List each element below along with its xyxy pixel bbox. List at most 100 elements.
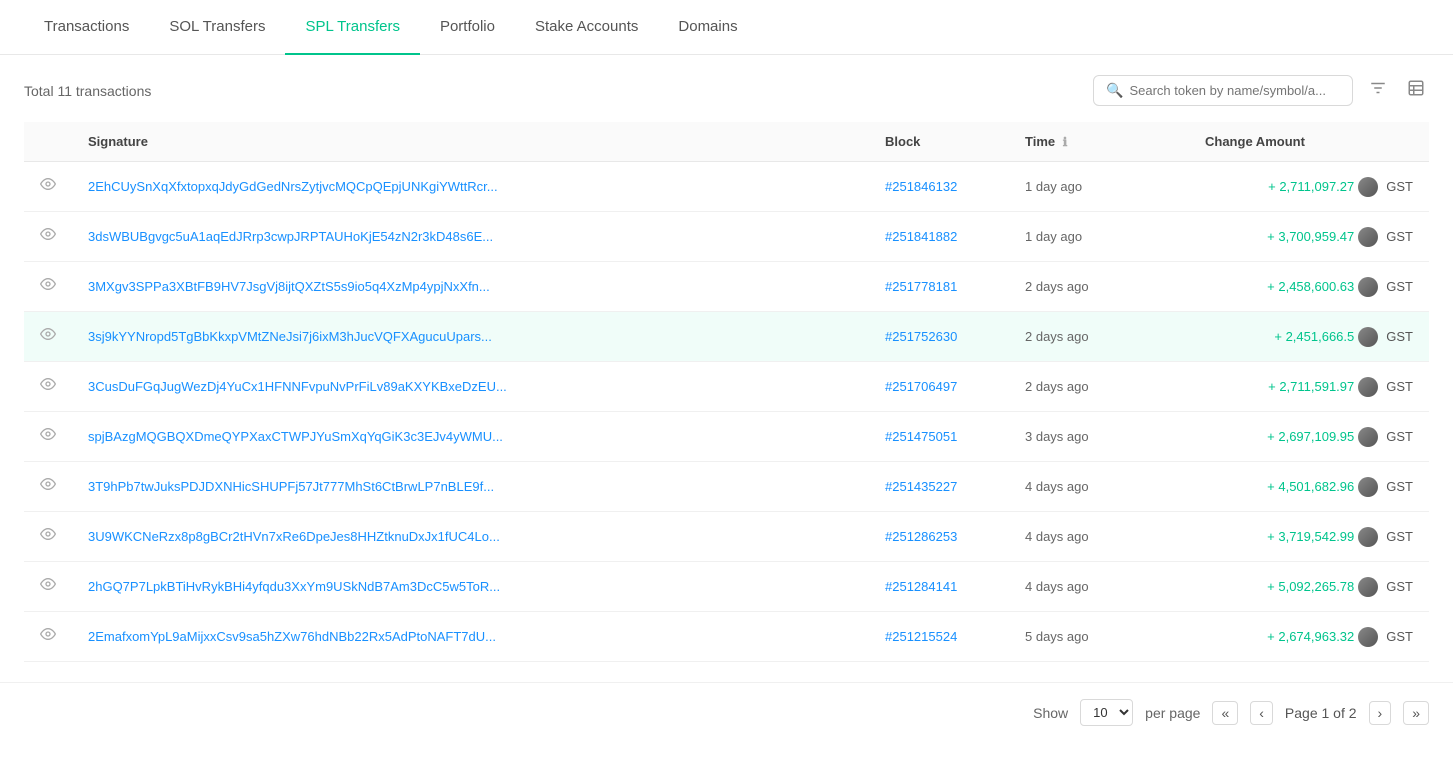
block-link[interactable]: #251475051: [885, 429, 957, 444]
tab-portfolio[interactable]: Portfolio: [420, 0, 515, 55]
block-link[interactable]: #251841882: [885, 229, 957, 244]
row-signature[interactable]: 3CusDuFGqJugWezDj4YuCx1HFNNFvpuNvPrFiLv8…: [72, 362, 869, 412]
eye-icon[interactable]: [40, 579, 56, 596]
row-time: 4 days ago: [1009, 512, 1189, 562]
table-wrapper: Signature Block Time ℹ Change Amount: [24, 122, 1429, 662]
filter-icon[interactable]: [1365, 75, 1391, 106]
row-eye-cell: [24, 362, 72, 412]
time-value: 1 day ago: [1025, 179, 1082, 194]
row-block[interactable]: #251435227: [869, 462, 1009, 512]
signature-link[interactable]: 2hGQ7P7LpkBTiHvRykBHi4yfqdu3XxYm9USkNdB7…: [88, 579, 500, 594]
search-box[interactable]: 🔍: [1093, 75, 1353, 106]
signature-link[interactable]: 3dsWBUBgvgc5uA1aqEdJRrp3cwpJRPTAUHoKjE54…: [88, 229, 493, 244]
eye-icon[interactable]: [40, 529, 56, 546]
signature-link[interactable]: 2EmafxomYpL9aMijxxCsv9sa5hZXw76hdNBb22Rx…: [88, 629, 496, 644]
amount-cell: + 2,697,109.95 GST: [1205, 427, 1413, 447]
row-time: 4 days ago: [1009, 562, 1189, 612]
token-label: GST: [1386, 379, 1413, 394]
amount-value: + 2,451,666.5: [1274, 329, 1354, 344]
time-value: 3 days ago: [1025, 429, 1089, 444]
tab-bar: Transactions SOL Transfers SPL Transfers…: [0, 0, 1453, 55]
search-icon: 🔍: [1106, 82, 1123, 99]
eye-icon[interactable]: [40, 229, 56, 246]
table-row: 3U9WKCNeRzx8p8gBCr2tHVn7xRe6DpeJes8HHZtk…: [24, 512, 1429, 562]
block-link[interactable]: #251778181: [885, 279, 957, 294]
row-eye-cell: [24, 612, 72, 662]
row-block[interactable]: #251841882: [869, 212, 1009, 262]
row-signature[interactable]: 2EmafxomYpL9aMijxxCsv9sa5hZXw76hdNBb22Rx…: [72, 612, 869, 662]
table-header: Signature Block Time ℹ Change Amount: [24, 122, 1429, 162]
signature-link[interactable]: 2EhCUySnXqXfxtopxqJdyGdGedNrsZytjvcMQCpQ…: [88, 179, 498, 194]
eye-icon[interactable]: [40, 429, 56, 446]
signature-link[interactable]: 3MXgv3SPPa3XBtFB9HV7JsgVj8ijtQXZtS5s9io5…: [88, 279, 490, 294]
eye-icon[interactable]: [40, 179, 56, 196]
signature-link[interactable]: spjBAzgMQGBQXDmeQYPXaxCTWPJYuSmXqYqGiK3c…: [88, 429, 503, 444]
eye-icon[interactable]: [40, 279, 56, 296]
col-header-block: Block: [869, 122, 1009, 162]
tab-domains[interactable]: Domains: [658, 0, 757, 55]
export-csv-icon[interactable]: [1403, 75, 1429, 106]
block-link[interactable]: #251435227: [885, 479, 957, 494]
search-input[interactable]: [1129, 83, 1340, 98]
eye-icon[interactable]: [40, 329, 56, 346]
block-link[interactable]: #251752630: [885, 329, 957, 344]
row-time: 2 days ago: [1009, 312, 1189, 362]
row-signature[interactable]: 3U9WKCNeRzx8p8gBCr2tHVn7xRe6DpeJes8HHZtk…: [72, 512, 869, 562]
amount-cell: + 2,711,097.27 GST: [1205, 177, 1413, 197]
row-signature[interactable]: spjBAzgMQGBQXDmeQYPXaxCTWPJYuSmXqYqGiK3c…: [72, 412, 869, 462]
time-value: 2 days ago: [1025, 329, 1089, 344]
eye-icon[interactable]: [40, 379, 56, 396]
block-link[interactable]: #251284141: [885, 579, 957, 594]
block-link[interactable]: #251706497: [885, 379, 957, 394]
row-time: 2 days ago: [1009, 262, 1189, 312]
row-block[interactable]: #251752630: [869, 312, 1009, 362]
token-icon: [1358, 427, 1378, 447]
row-block[interactable]: #251286253: [869, 512, 1009, 562]
row-block[interactable]: #251215524: [869, 612, 1009, 662]
per-page-select[interactable]: 10 25 50: [1080, 699, 1133, 726]
table-row: spjBAzgMQGBQXDmeQYPXaxCTWPJYuSmXqYqGiK3c…: [24, 412, 1429, 462]
amount-value: + 2,458,600.63: [1267, 279, 1354, 294]
signature-link[interactable]: 3CusDuFGqJugWezDj4YuCx1HFNNFvpuNvPrFiLv8…: [88, 379, 507, 394]
next-page-button[interactable]: ›: [1369, 701, 1392, 725]
table-row: 2EhCUySnXqXfxtopxqJdyGdGedNrsZytjvcMQCpQ…: [24, 162, 1429, 212]
tab-sol-transfers[interactable]: SOL Transfers: [149, 0, 285, 55]
block-link[interactable]: #251286253: [885, 529, 957, 544]
tab-spl-transfers[interactable]: SPL Transfers: [285, 0, 419, 55]
eye-icon[interactable]: [40, 629, 56, 646]
signature-link[interactable]: 3sj9kYYNropd5TgBbKkxpVMtZNeJsi7j6ixM3hJu…: [88, 329, 492, 344]
token-icon: [1358, 577, 1378, 597]
token-label: GST: [1386, 479, 1413, 494]
token-icon: [1358, 277, 1378, 297]
row-eye-cell: [24, 162, 72, 212]
prev-page-button[interactable]: ‹: [1250, 701, 1273, 725]
row-block[interactable]: #251475051: [869, 412, 1009, 462]
row-signature[interactable]: 2hGQ7P7LpkBTiHvRykBHi4yfqdu3XxYm9USkNdB7…: [72, 562, 869, 612]
row-amount: + 2,674,963.32 GST: [1189, 612, 1429, 662]
block-link[interactable]: #251846132: [885, 179, 957, 194]
row-time: 5 days ago: [1009, 612, 1189, 662]
signature-link[interactable]: 3U9WKCNeRzx8p8gBCr2tHVn7xRe6DpeJes8HHZtk…: [88, 529, 500, 544]
signature-link[interactable]: 3T9hPb7twJuksPDJDXNHicSHUPFj57Jt777MhSt6…: [88, 479, 494, 494]
token-label: GST: [1386, 579, 1413, 594]
row-signature[interactable]: 3sj9kYYNropd5TgBbKkxpVMtZNeJsi7j6ixM3hJu…: [72, 312, 869, 362]
row-signature[interactable]: 2EhCUySnXqXfxtopxqJdyGdGedNrsZytjvcMQCpQ…: [72, 162, 869, 212]
row-block[interactable]: #251284141: [869, 562, 1009, 612]
row-signature[interactable]: 3dsWBUBgvgc5uA1aqEdJRrp3cwpJRPTAUHoKjE54…: [72, 212, 869, 262]
row-block[interactable]: #251778181: [869, 262, 1009, 312]
eye-icon[interactable]: [40, 479, 56, 496]
row-signature[interactable]: 3T9hPb7twJuksPDJDXNHicSHUPFj57Jt777MhSt6…: [72, 462, 869, 512]
tab-transactions[interactable]: Transactions: [24, 0, 149, 55]
amount-value: + 2,711,097.27: [1268, 179, 1354, 194]
row-amount: + 2,711,097.27 GST: [1189, 162, 1429, 212]
token-label: GST: [1386, 529, 1413, 544]
block-link[interactable]: #251215524: [885, 629, 957, 644]
row-block[interactable]: #251846132: [869, 162, 1009, 212]
row-signature[interactable]: 3MXgv3SPPa3XBtFB9HV7JsgVj8ijtQXZtS5s9io5…: [72, 262, 869, 312]
time-info-icon[interactable]: ℹ: [1063, 135, 1068, 149]
tab-stake-accounts[interactable]: Stake Accounts: [515, 0, 658, 55]
row-block[interactable]: #251706497: [869, 362, 1009, 412]
last-page-button[interactable]: »: [1403, 701, 1429, 725]
first-page-button[interactable]: «: [1212, 701, 1238, 725]
time-value: 4 days ago: [1025, 579, 1089, 594]
